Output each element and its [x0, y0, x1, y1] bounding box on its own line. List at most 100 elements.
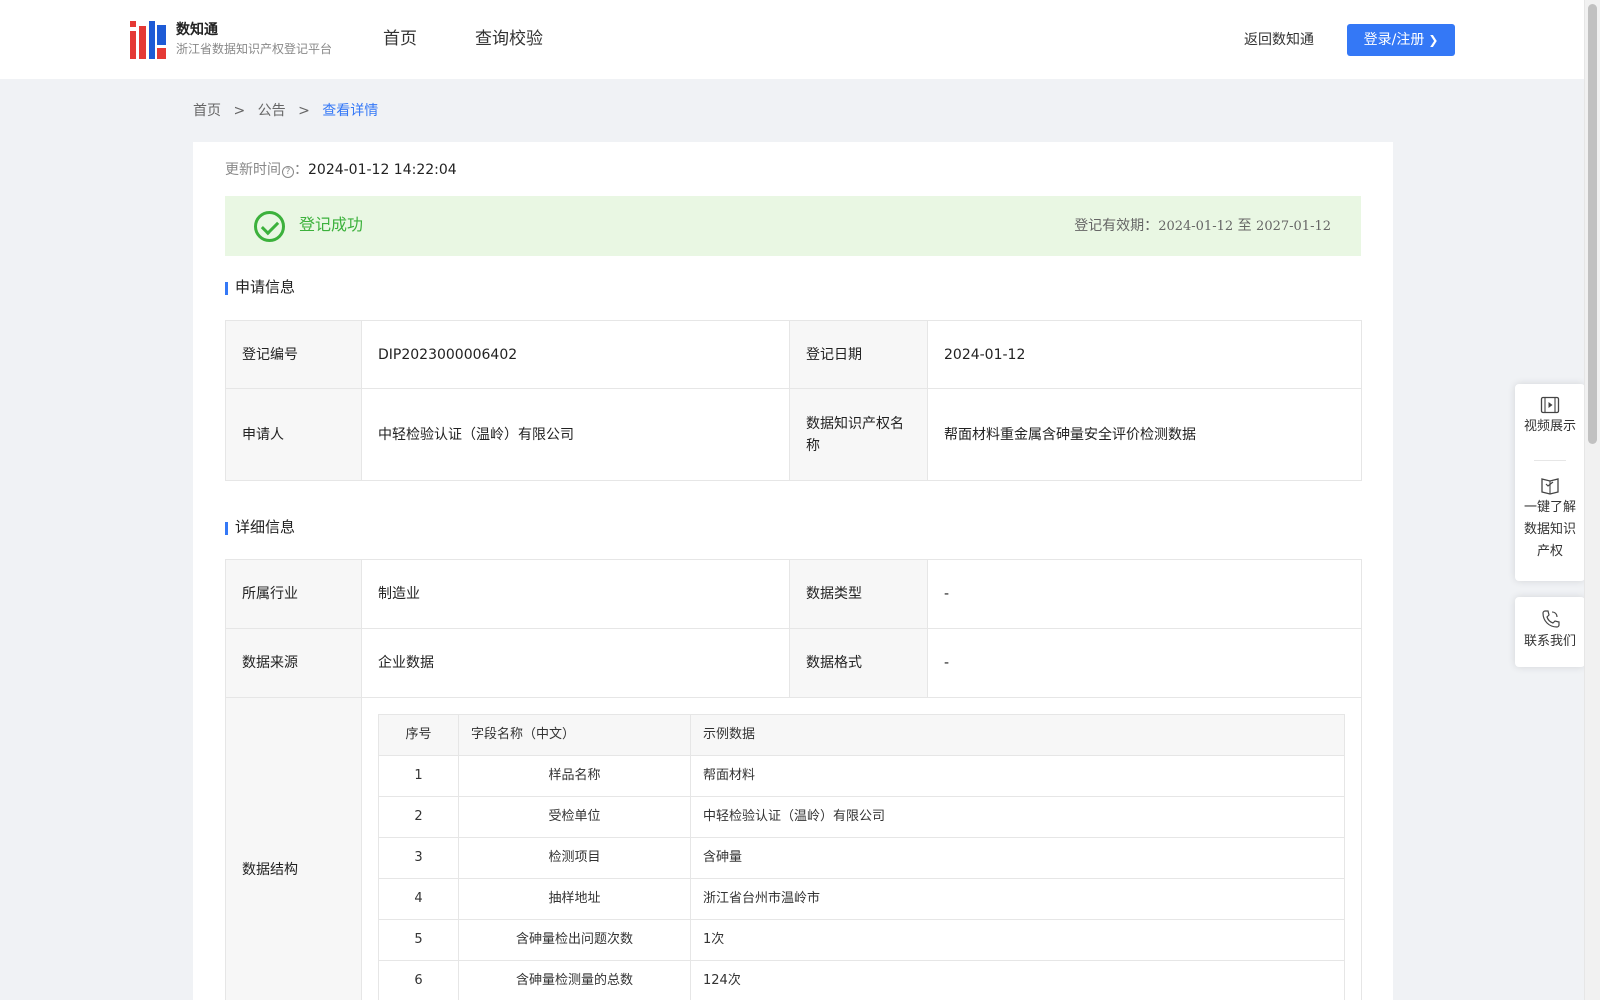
table-label: 所属行业 [225, 559, 362, 629]
detail-card: 更新时间? ：2024-01-12 14:22:04 登记成功 登记有效期：202… [193, 142, 1393, 1000]
field-name: 检测项目 [458, 837, 691, 879]
table-label: 数据类型 [789, 559, 928, 629]
data-structure-cell: 序号 字段名称（中文） 示例数据 1 样品名称 帮面材料 2 受检单位 中轻检验… [361, 697, 1362, 1000]
table-row: 登记编号 DIP2023000006402 登记日期 2024-01-12 [225, 320, 1362, 389]
top-header: 数知通 浙江省数据知识产权登记平台 首页 查询校验 返回数知通 登录/注册 ❯ [0, 0, 1584, 79]
validity-to: 2027-01-12 [1256, 219, 1331, 234]
sample-value: 浙江省台州市温岭市 [690, 878, 1345, 920]
table-label: 数据格式 [789, 628, 928, 698]
row-index: 5 [378, 919, 459, 961]
update-time-row: 更新时间? ：2024-01-12 14:22:04 [225, 160, 457, 180]
table-row: 2 受检单位 中轻检验认证（温岭）有限公司 [378, 796, 1345, 838]
table-label: 数据知识产权名称 [789, 388, 928, 481]
table-label: 数据来源 [225, 628, 362, 698]
structure-header-row: 序号 字段名称（中文） 示例数据 [378, 714, 1345, 756]
chevron-right-icon: ❯ [1428, 33, 1439, 47]
field-name: 抽样地址 [458, 878, 691, 920]
sample-value: 帮面材料 [690, 755, 1345, 797]
help-icon[interactable]: ? [282, 166, 294, 178]
nav-home[interactable]: 首页 [383, 27, 417, 51]
status-banner: 登记成功 登记有效期：2024-01-12 至 2027-01-12 [225, 196, 1361, 256]
registration-number: DIP2023000006402 [361, 320, 790, 389]
field-name: 含砷量检出问题次数 [458, 919, 691, 961]
table-label: 登记编号 [225, 320, 362, 389]
login-register-label: 登录/注册 [1363, 32, 1425, 48]
table-row: 1 样品名称 帮面材料 [378, 755, 1345, 797]
status-text: 登记成功 [299, 215, 364, 234]
data-source-value: 企业数据 [361, 628, 790, 698]
learn-line-1: 一键了解 [1523, 500, 1576, 515]
breadcrumb: 首页 > 公告 > 查看详情 [193, 101, 386, 121]
float-panel-contact: 联系我们 [1515, 597, 1585, 667]
breadcrumb-separator: > [233, 103, 246, 119]
table-row: 5 含砷量检出问题次数 1次 [378, 919, 1345, 961]
row-index: 2 [378, 796, 459, 838]
logo-text[interactable]: 数知通 浙江省数据知识产权登记平台 [176, 20, 332, 58]
table-row: 申请人 中轻检验认证（温岭）有限公司 数据知识产权名称 帮面材料重金属含砷量安全… [225, 388, 1362, 481]
logo-subtitle: 浙江省数据知识产权登记平台 [176, 42, 333, 56]
ip-name: 帮面材料重金属含砷量安全评价检测数据 [927, 388, 1362, 481]
column-header: 字段名称（中文） [458, 714, 691, 756]
row-index: 1 [378, 755, 459, 797]
update-time-value: 2024-01-12 14:22:04 [308, 162, 457, 178]
nav-query-verify[interactable]: 查询校验 [475, 27, 543, 51]
login-register-button[interactable]: 登录/注册 ❯ [1347, 24, 1455, 56]
book-icon [1541, 478, 1559, 495]
learn-line-3: 产权 [1536, 544, 1563, 559]
breadcrumb-separator: > [298, 103, 310, 119]
scrollbar-thumb[interactable] [1588, 4, 1597, 444]
table-row: 数据来源 企业数据 数据格式 - [225, 628, 1362, 698]
sample-value: 含砷量 [690, 837, 1345, 879]
row-index: 6 [378, 960, 459, 1000]
sample-value: 1次 [690, 919, 1345, 961]
table-label: 申请人 [225, 388, 362, 481]
logo-title: 数知通 [176, 22, 218, 38]
data-type-value: - [927, 559, 1362, 629]
field-name: 含砷量检测量的总数 [458, 960, 691, 1000]
table-row: 4 抽样地址 浙江省台州市温岭市 [378, 878, 1345, 920]
breadcrumb-announcement[interactable]: 公告 [258, 103, 286, 119]
table-row: 6 含砷量检测量的总数 124次 [378, 960, 1345, 1000]
sample-value: 124次 [690, 960, 1345, 1000]
page-scrollbar[interactable] [1584, 0, 1600, 1000]
applicant-name: 中轻检验认证（温岭）有限公司 [361, 388, 790, 481]
table-label: 数据结构 [225, 697, 362, 1000]
contact-us-label: 联系我们 [1523, 634, 1576, 649]
data-structure-table: 序号 字段名称（中文） 示例数据 1 样品名称 帮面材料 2 受检单位 中轻检验… [378, 714, 1345, 1000]
column-header: 示例数据 [690, 714, 1345, 756]
platform-logo-icon[interactable] [130, 21, 166, 59]
learn-line-2: 数据知识 [1523, 522, 1576, 537]
field-name: 受检单位 [458, 796, 691, 838]
table-row: 数据结构 序号 字段名称（中文） 示例数据 1 样品名称 帮面材料 2 受检单位… [225, 697, 1362, 1000]
industry-value: 制造业 [361, 559, 790, 629]
back-to-shuzhitong-link[interactable]: 返回数知通 [1244, 30, 1314, 50]
video-icon [1540, 396, 1560, 414]
detail-table: 所属行业 制造业 数据类型 - 数据来源 企业数据 数据格式 - 数据结构 序号… [225, 559, 1362, 1000]
update-time-label: 更新时间 [225, 162, 281, 178]
table-label: 登记日期 [789, 320, 928, 389]
validity-to-word: 至 [1237, 218, 1252, 234]
field-name: 样品名称 [458, 755, 691, 797]
application-section-title: 申请信息 [225, 276, 295, 298]
video-showcase-button[interactable]: 视频展示 [1515, 396, 1585, 460]
column-header: 序号 [378, 714, 459, 756]
validity-label: 登记有效期： [1074, 218, 1159, 234]
validity-from: 2024-01-12 [1158, 219, 1234, 234]
row-index: 4 [378, 878, 459, 920]
table-row: 所属行业 制造业 数据类型 - [225, 559, 1362, 629]
float-panel-top: 视频展示 一键了解 数据知识 产权 [1515, 384, 1585, 581]
registration-date: 2024-01-12 [927, 320, 1362, 389]
table-row: 3 检测项目 含砷量 [378, 837, 1345, 879]
breadcrumb-home[interactable]: 首页 [193, 103, 221, 119]
learn-data-ip-button[interactable]: 一键了解 数据知识 产权 [1515, 461, 1585, 563]
breadcrumb-current: 查看详情 [322, 103, 379, 119]
phone-icon [1542, 610, 1560, 628]
validity-period: 登记有效期：2024-01-12 至 2027-01-12 [1074, 216, 1331, 237]
application-table: 登记编号 DIP2023000006402 登记日期 2024-01-12 申请… [225, 320, 1362, 481]
row-index: 3 [378, 837, 459, 879]
sample-value: 中轻检验认证（温岭）有限公司 [690, 796, 1345, 838]
contact-us-button[interactable]: 联系我们 [1515, 609, 1585, 653]
detail-section-title: 详细信息 [225, 516, 295, 538]
update-time-colon: ： [294, 162, 308, 178]
data-format-value: - [927, 628, 1362, 698]
